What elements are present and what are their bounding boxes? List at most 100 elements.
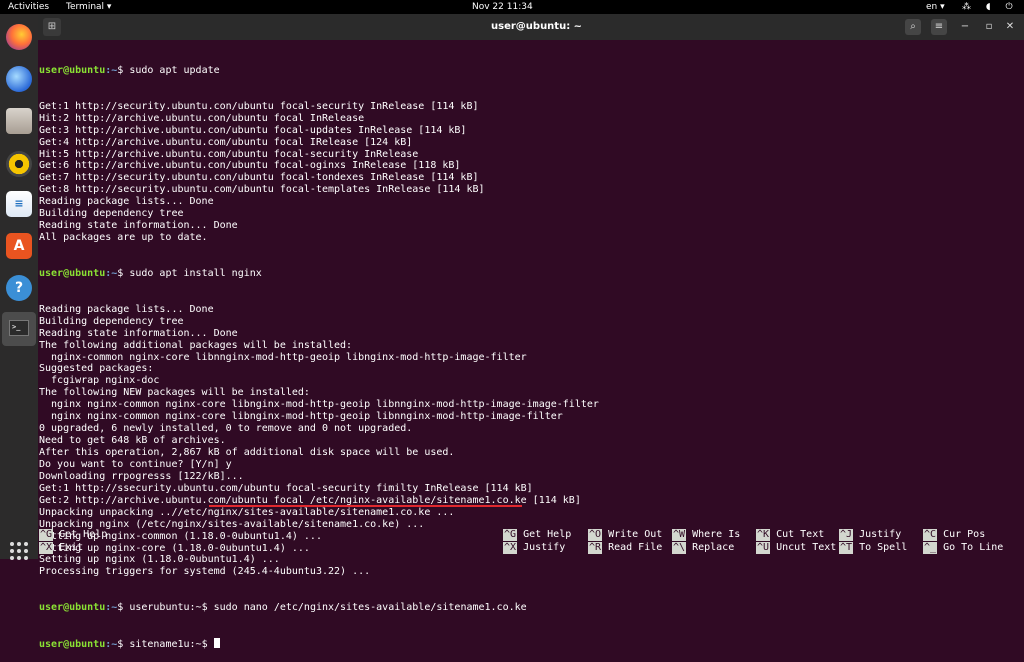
prompt-path: :~ [105, 267, 118, 279]
output-line: Get:8 http://security.ubuntu.com/ubuntu … [39, 184, 485, 196]
output-line: nginx nginx-common nginx-core libnginx-m… [39, 399, 599, 411]
new-tab-icon[interactable]: ⊞ [43, 18, 61, 36]
shortcut-label: Justify [859, 529, 902, 540]
terminal-icon[interactable]: >_ [2, 312, 36, 346]
output-line: Get:7 http://security.ubuntu.con/ubuntu … [39, 172, 479, 184]
files-icon[interactable] [6, 108, 32, 134]
shortcut-item[interactable]: ^G Get Help [39, 529, 107, 541]
show-applications-icon[interactable] [10, 542, 28, 560]
software-icon[interactable]: A [6, 233, 32, 259]
shortcut-item[interactable]: ^J Justify [839, 529, 901, 541]
output-line: Get:6 http://archive.ubuntu.con/ubuntu f… [39, 160, 461, 172]
shortcut-label: Go To Line [943, 542, 1004, 553]
close-icon[interactable]: ✕ [1002, 19, 1018, 35]
output-line: Setting up nginx (1.18.0-0ubuntu1.4) ... [39, 554, 280, 566]
output-line: Building dependency tree [39, 315, 184, 327]
shortcut-item[interactable]: ^_ Go To Line [923, 542, 1003, 554]
shortcut-label: Write Out [608, 529, 663, 540]
shortcut-item[interactable]: ^O Write Out [588, 529, 662, 541]
shortcut-label: Cut Text [776, 529, 825, 540]
shortcut-key: ^W [672, 529, 687, 541]
shortcut-item[interactable]: ^G Get Help [503, 529, 571, 541]
activities-button[interactable]: Activities [8, 0, 49, 14]
shortcut-label: To Spell [859, 542, 908, 553]
shortcut-label: Cur Pos [943, 529, 986, 540]
output-block-update: Get:1 http://security.ubuntu.con/ubuntu … [39, 101, 1024, 244]
prompt-user: user@ubuntu [39, 64, 106, 76]
shortcut-label: Justify [523, 542, 566, 553]
shortcut-item[interactable]: ^R Read File [588, 542, 662, 554]
output-line: fcgiwrap nginx-doc [39, 375, 160, 387]
output-line: Get:2 http://archive.ubuntu.com/ubuntu f… [39, 494, 581, 506]
language-selector[interactable]: en ▾ [926, 0, 945, 14]
output-line: The following additional packages will b… [39, 339, 353, 351]
prompt-user: user@ubuntu [39, 602, 106, 614]
app-menu[interactable]: Terminal ▾ [66, 0, 111, 14]
command-text: $ sudo apt update [117, 64, 220, 76]
command-line: user@ubuntu:~$ sudo apt install nginx [39, 268, 1024, 280]
window-titlebar: ⊞ user@ubuntu: ~ ⌕ ≡ − ▫ ✕ [38, 14, 1024, 40]
shortcut-label: Where Is [692, 529, 741, 540]
shortcut-key: ^G [503, 529, 518, 541]
command-text: $ userubuntu:~$ sudo nano /etc/nginx/sit… [117, 602, 527, 614]
shortcut-item[interactable]: ^W Where Is [672, 529, 740, 541]
writer-icon[interactable]: ≡ [6, 191, 32, 217]
output-line: Hit:2 http://archive.ubuntu.con/ubuntu f… [39, 112, 365, 124]
output-line: Reading state information... Done [39, 327, 238, 339]
output-line: Suggested packages: [39, 363, 154, 375]
shortcut-item[interactable]: ^U Uncut Text [756, 542, 836, 554]
shortcut-key: ^X [39, 542, 54, 554]
output-line: Reading package lists... Done [39, 196, 214, 208]
shortcut-label: Read File [608, 542, 663, 553]
dock: ≡ A ? >_ [0, 14, 38, 560]
command-text: $ sudo apt install nginx [117, 267, 262, 279]
shortcut-key: ^\ [672, 542, 687, 554]
shortcut-key: ^K [756, 529, 771, 541]
output-line: Need to get 648 kB of archives. [39, 435, 226, 447]
firefox-icon[interactable] [6, 24, 32, 50]
prompt-user: user@ubuntu [39, 639, 106, 651]
command-text: $ sitename1u:~$ [117, 639, 214, 651]
hamburger-menu-icon[interactable]: ≡ [931, 19, 947, 35]
output-line: Do you want to continue? [Y/n] y [39, 458, 232, 470]
shortcut-item[interactable]: ^T To Spell [839, 542, 907, 554]
highlight-underline [209, 505, 522, 507]
shortcut-key: ^T [839, 542, 854, 554]
output-line: Processing triggers for systemd (245.4-4… [39, 566, 371, 578]
shortcut-key: ^_ [923, 542, 938, 554]
output-line: The following NEW packages will be insta… [39, 387, 310, 399]
shortcut-item[interactable]: ^X Justify [503, 542, 565, 554]
output-line: All packages are up to date. [39, 232, 208, 244]
output-line: 0 upgraded, 6 newly installed, 0 to remo… [39, 423, 413, 435]
minimize-icon[interactable]: − [957, 19, 973, 35]
shortcut-key: ^G [39, 529, 54, 541]
shortcut-item[interactable]: ^\ Replace [672, 542, 734, 554]
search-icon[interactable]: ⌕ [905, 19, 921, 35]
shortcut-item[interactable]: ^K Cut Text [756, 529, 824, 541]
text-cursor [213, 638, 220, 649]
shortcut-label: Get Help [523, 529, 572, 540]
rhythmbox-icon[interactable] [6, 151, 32, 177]
output-line: Get:1 http://security.ubuntu.con/ubuntu … [39, 100, 479, 112]
output-line: After this operation, 2,867 kB of additi… [39, 447, 455, 458]
help-icon[interactable]: ? [6, 275, 32, 301]
clock[interactable]: Nov 22 11:34 [472, 0, 533, 14]
shortcut-item[interactable]: ^C Cur Pos [923, 529, 985, 541]
output-line: nginx-common nginx-core libnnginx-mod-ht… [39, 351, 527, 363]
shortcut-item[interactable]: ^X Exit [39, 542, 83, 554]
maximize-icon[interactable]: ▫ [981, 19, 997, 35]
prompt-path: :~ [105, 639, 118, 651]
thunderbird-icon[interactable] [6, 66, 32, 92]
output-line: Reading state information... Done [39, 220, 238, 232]
shortcut-key: ^O [588, 529, 603, 541]
output-line: nginx nginx-common nginx-core libnginx-m… [39, 411, 563, 423]
terminal-output[interactable]: user@ubuntu:~$ sudo apt update Get:1 htt… [39, 41, 1024, 650]
shortcut-key: ^U [756, 542, 771, 554]
output-line: Get:1 http://ssecurity.ubuntu.com/ubuntu… [39, 482, 533, 494]
window-title: user@ubuntu: ~ [491, 21, 583, 32]
output-line: Unpacking unpacking ..//etc/nginx/sites-… [39, 506, 455, 518]
command-line: user@ubuntu:~$ userubuntu:~$ sudo nano /… [39, 602, 1024, 614]
shortcut-label: Exit [59, 542, 84, 553]
output-line: Hit:5 http://archive.ubuntu.com/ubuntu f… [39, 148, 419, 160]
terminal-glyph: >_ [9, 320, 29, 336]
